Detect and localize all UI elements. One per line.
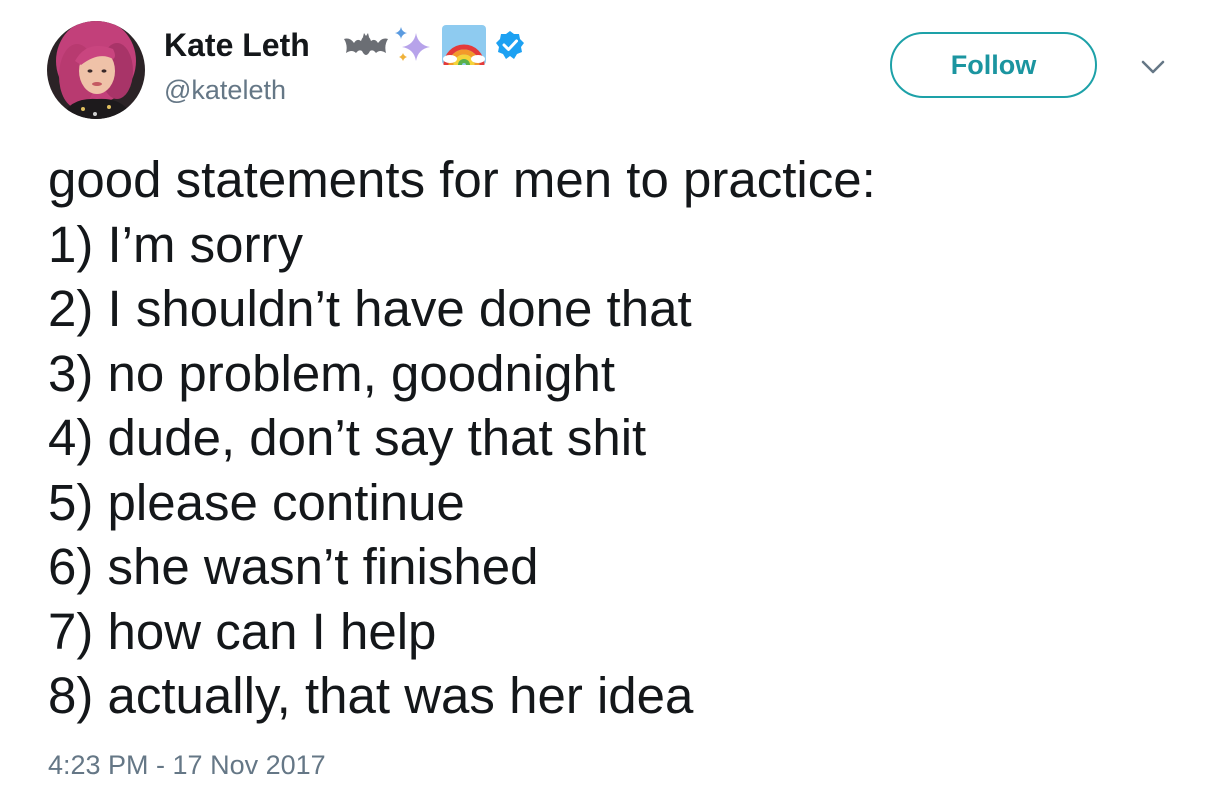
tweet-text-line: 2) I shouldn’t have done that bbox=[48, 280, 692, 337]
verified-badge-icon bbox=[496, 31, 524, 59]
display-name[interactable]: Kate Leth bbox=[164, 27, 310, 64]
tweet-text-line: 5) please continue bbox=[48, 473, 465, 531]
tweet-text-line: 8) actually, that was her idea bbox=[48, 667, 694, 724]
user-handle[interactable]: @kateleth bbox=[164, 75, 286, 106]
avatar[interactable] bbox=[47, 21, 145, 119]
tweet-text-line: 4) dude, don’t say that shit bbox=[48, 409, 647, 466]
tweet-text-line: good statements for men to practice: bbox=[48, 151, 876, 208]
chevron-down-icon[interactable] bbox=[1140, 58, 1166, 76]
rainbow-emoji bbox=[442, 25, 486, 65]
tweet-text-line: 1) I’m sorry bbox=[48, 215, 303, 273]
tweet-timestamp[interactable]: 4:23 PM - 17 Nov 2017 bbox=[48, 750, 326, 781]
tweet-text: good statements for men to practice: 1) … bbox=[48, 148, 876, 729]
tweet-text-line: 6) she wasn’t finished bbox=[48, 538, 539, 595]
follow-button[interactable]: Follow bbox=[890, 32, 1097, 98]
bat-emoji bbox=[344, 33, 388, 55]
tweet-text-line: 3) no problem, goodnight bbox=[48, 344, 616, 402]
tweet-card: Kate Leth @kateleth Follow good statemen… bbox=[0, 0, 1212, 802]
tweet-text-line: 7) how can I help bbox=[48, 602, 437, 660]
sparkles-emoji bbox=[395, 27, 430, 61]
